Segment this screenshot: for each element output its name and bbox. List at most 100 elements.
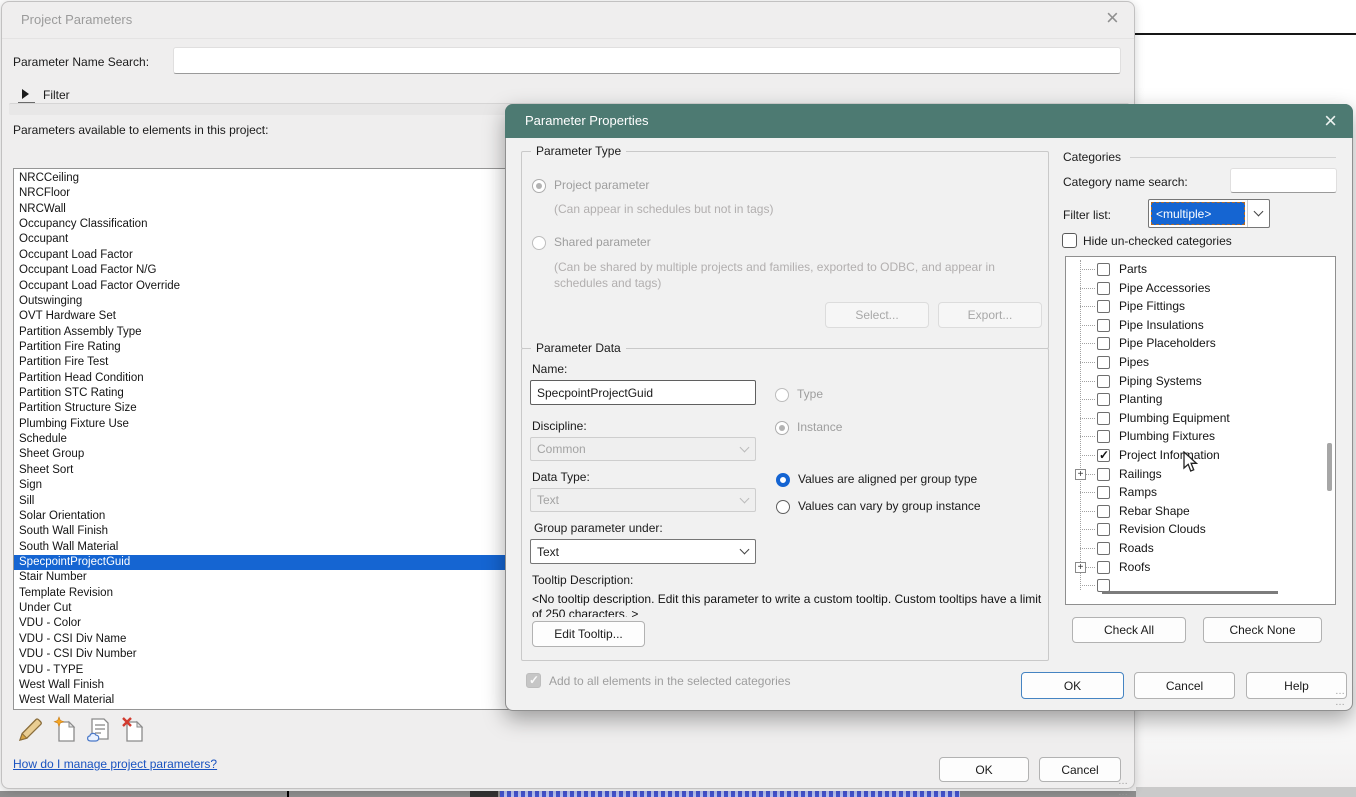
category-row[interactable]: Roads [1066,539,1335,558]
edit-tooltip-button[interactable]: Edit Tooltip... [532,621,645,647]
expand-icon[interactable]: + [1075,562,1086,573]
properties-title-bar: Parameter Properties × [505,104,1353,138]
category-row[interactable]: Pipe Insulations [1066,316,1335,335]
category-row[interactable]: Parts [1066,260,1335,279]
category-checkbox[interactable] [1097,375,1110,388]
category-label: Revision Clouds [1119,522,1206,536]
category-checkbox[interactable] [1097,523,1110,536]
category-row[interactable]: Plumbing Equipment [1066,409,1335,428]
data-type-label: Data Type: [532,470,590,484]
shared-parameter-radio[interactable] [532,236,546,250]
tree-connector [1080,436,1095,437]
tree-connector [1080,269,1095,270]
category-checkbox[interactable] [1097,319,1110,332]
tooltip-description-text: <No tooltip description. Edit this param… [532,592,1044,617]
category-checkbox[interactable] [1097,542,1110,555]
category-checkbox[interactable] [1097,282,1110,295]
close-icon[interactable]: × [1106,8,1119,28]
parameter-properties-dialog: Parameter Properties × Parameter Type Pr… [505,104,1353,711]
delete-parameter-icon[interactable] [120,716,146,744]
category-row[interactable]: Pipes [1066,353,1335,372]
expand-icon[interactable]: + [1075,469,1086,480]
category-checkbox[interactable] [1097,263,1110,276]
filter-label[interactable]: Filter [43,88,70,102]
instance-radio[interactable] [775,421,789,435]
tree-horizontal-scrollbar[interactable] [1102,591,1278,594]
parameter-type-group: Parameter Type Project parameter (Can ap… [521,151,1049,349]
category-search-label: Category name search: [1063,175,1188,189]
category-label: Pipe Insulations [1119,318,1204,332]
values-aligned-radio[interactable] [776,473,790,487]
project-parameter-radio[interactable] [532,179,546,193]
category-label: Railings [1119,467,1162,481]
edit-parameter-pencil-icon[interactable] [16,716,44,744]
ok-button[interactable]: OK [939,757,1029,782]
category-checkbox[interactable] [1097,393,1110,406]
ok-button[interactable]: OK [1021,672,1124,699]
tree-connector [1080,529,1095,530]
category-row[interactable]: Pipe Placeholders [1066,334,1335,353]
category-checkbox[interactable] [1097,356,1110,369]
category-checkbox[interactable] [1097,430,1110,443]
export-button[interactable]: Export... [938,302,1042,328]
category-row[interactable]: Revision Clouds [1066,520,1335,539]
tree-connector [1080,492,1095,493]
category-row[interactable]: Pipe Fittings [1066,297,1335,316]
resize-grip[interactable]: …… [1335,686,1346,708]
type-radio[interactable] [775,388,789,402]
name-input[interactable] [530,380,756,405]
mouse-cursor [1182,451,1198,473]
category-row[interactable]: Rebar Shape [1066,502,1335,521]
shared-parameter-cloud-icon[interactable] [86,716,114,744]
category-tree[interactable]: PartsPipe AccessoriesPipe Fittings Pipe I… [1065,256,1336,605]
category-row[interactable]: + Railings [1066,465,1335,484]
check-none-button[interactable]: Check None [1203,617,1322,643]
category-row[interactable]: Planting [1066,390,1335,409]
resize-grip[interactable]: …… [1118,776,1129,797]
tree-connector [1080,288,1095,289]
category-row[interactable]: Piping Systems [1066,372,1335,391]
discipline-dropdown[interactable]: Common [530,437,756,461]
tree-connector [1080,306,1095,307]
category-label: Project Information [1119,448,1220,462]
category-checkbox[interactable] [1097,468,1110,481]
group-label: Parameter Data [531,341,626,355]
category-row[interactable]: Pipe Accessories [1066,279,1335,298]
add-to-all-elements-checkbox[interactable] [526,673,541,688]
parameter-list-label: Parameters available to elements in this… [13,123,268,137]
parameter-name-search-label: Parameter Name Search: [13,55,149,69]
type-radio-label: Type [797,387,823,401]
tree-connector [1080,511,1095,512]
values-vary-radio[interactable] [776,500,790,514]
select-button[interactable]: Select... [825,302,929,328]
new-parameter-icon[interactable] [52,716,78,744]
category-checkbox[interactable] [1097,561,1110,574]
help-button[interactable]: Help [1246,672,1347,699]
cancel-button[interactable]: Cancel [1039,757,1121,782]
instance-radio-label: Instance [797,420,842,434]
category-row[interactable]: Project Information [1066,446,1335,465]
category-checkbox[interactable] [1097,412,1110,425]
hide-unchecked-checkbox[interactable] [1062,233,1077,248]
category-search-input[interactable] [1230,168,1337,193]
close-icon[interactable]: × [1324,111,1337,131]
filter-list-dropdown[interactable]: <multiple> [1148,199,1270,228]
manage-parameters-help-link[interactable]: How do I manage project parameters? [13,757,217,771]
shared-parameter-caption: (Can be shared by multiple projects and … [554,259,1022,291]
check-all-button[interactable]: Check All [1072,617,1186,643]
data-type-dropdown[interactable]: Text [530,488,756,512]
cancel-button[interactable]: Cancel [1134,672,1235,699]
category-checkbox[interactable] [1097,337,1110,350]
filter-expander-icon[interactable] [22,89,29,99]
category-checkbox[interactable] [1097,505,1110,518]
category-checkbox[interactable] [1097,449,1110,462]
group-under-dropdown[interactable]: Text [530,539,756,564]
parameter-name-search-input[interactable] [173,47,1121,74]
category-row[interactable]: Plumbing Fixtures [1066,427,1335,446]
category-checkbox[interactable] [1097,486,1110,499]
filter-list-label: Filter list: [1063,208,1111,222]
category-row[interactable]: +Roofs [1066,558,1335,577]
tree-connector [1080,585,1095,586]
category-checkbox[interactable] [1097,300,1110,313]
category-row[interactable]: Ramps [1066,483,1335,502]
